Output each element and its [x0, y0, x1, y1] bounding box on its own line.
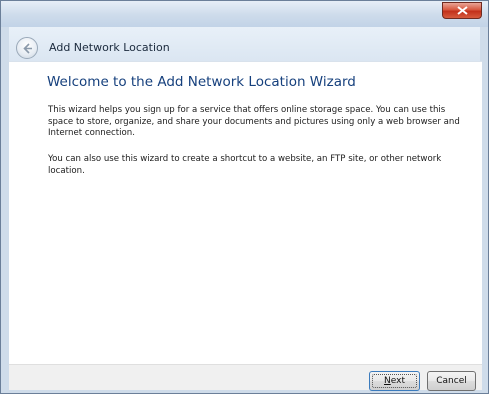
description-paragraph-2: You can also use this wizard to create a… [48, 154, 442, 176]
wizard-window: Add Network Location Welcome to the Add … [0, 0, 489, 394]
description-paragraph-1: This wizard helps you sign up for a serv… [48, 105, 460, 138]
back-arrow-icon [23, 43, 32, 54]
next-button[interactable]: Next [369, 371, 420, 391]
page-heading: Welcome to the Add Network Location Wiza… [47, 74, 356, 90]
title-bar[interactable] [1, 1, 488, 27]
cancel-button[interactable]: Cancel [427, 371, 476, 391]
wizard-title: Add Network Location [49, 41, 170, 54]
next-button-label: Next [384, 376, 405, 386]
button-bar: Next Cancel [9, 364, 482, 391]
close-icon [457, 6, 468, 15]
wizard-content: Welcome to the Add Network Location Wiza… [9, 61, 482, 365]
back-button[interactable] [16, 37, 38, 59]
close-button[interactable] [442, 2, 482, 19]
cancel-button-label: Cancel [436, 376, 467, 386]
